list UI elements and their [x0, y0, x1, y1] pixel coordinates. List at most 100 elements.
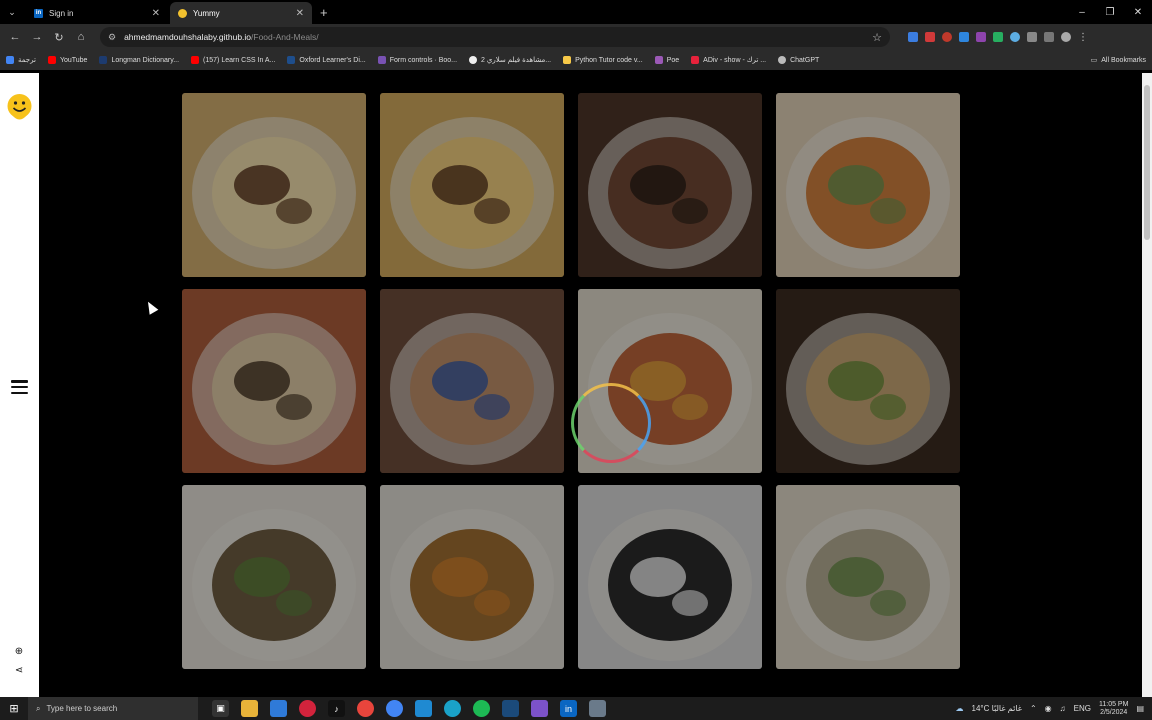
meal-card[interactable]: Meal 2: [380, 93, 564, 277]
url-host: ahmedmamdouhshalaby.github.io: [124, 32, 252, 42]
tray-chevron-icon[interactable]: ⌃: [1030, 704, 1037, 713]
bookmark-youtube[interactable]: YouTube: [47, 56, 87, 64]
meal-name: Meal 6: [388, 457, 415, 467]
extension-icon[interactable]: [942, 32, 952, 42]
vscode-icon[interactable]: [415, 700, 432, 717]
network-icon[interactable]: ◉: [1045, 704, 1052, 713]
meal-image: [578, 485, 762, 669]
meal-card[interactable]: Meal 6: [380, 289, 564, 473]
steam-icon[interactable]: [502, 700, 519, 717]
visual-studio-icon[interactable]: [531, 700, 548, 717]
tab-yummy[interactable]: Yummy ✕: [170, 2, 312, 24]
meal-card[interactable]: Meal 11: [578, 485, 762, 669]
weather-text[interactable]: 14°C غائم غالبًا: [972, 704, 1022, 713]
adiv-icon: [691, 56, 700, 64]
bookmark-python-tutor[interactable]: Python Tutor code v...: [563, 56, 643, 64]
language-indicator[interactable]: ENG: [1074, 704, 1091, 713]
restore-icon[interactable]: ❐: [1096, 7, 1124, 18]
extension-icon[interactable]: [908, 32, 918, 42]
bookmark-bootstrap[interactable]: Form controls · Boo...: [377, 56, 457, 64]
extensions-area: ⋮: [908, 32, 1088, 43]
hamburger-menu-icon[interactable]: [11, 380, 28, 394]
loading-spinner: [571, 383, 651, 463]
longman-icon: [99, 56, 108, 64]
back-icon[interactable]: ←: [6, 28, 24, 46]
meal-card[interactable]: Meal 10: [380, 485, 564, 669]
task-view-icon[interactable]: ▣: [212, 700, 229, 717]
file-explorer-icon[interactable]: [241, 700, 258, 717]
linkedin-icon: in: [34, 8, 43, 18]
meal-card[interactable]: Meal 3: [578, 93, 762, 277]
tab-title: Yummy: [193, 8, 220, 18]
chrome-active-icon[interactable]: [386, 700, 403, 717]
meal-name: Meal 5: [190, 457, 217, 467]
new-tab-icon[interactable]: +: [320, 5, 328, 20]
profile-avatar-icon[interactable]: [1061, 32, 1071, 42]
windows-start-icon[interactable]: ⊞: [0, 702, 28, 715]
address-bar[interactable]: ⚙ ahmedmamdouhshalaby.github.io/Food-And…: [100, 27, 890, 47]
puzzle-extensions-icon[interactable]: [1027, 32, 1037, 42]
bookmark-movie[interactable]: مشاهدة فيلم سلاري 2...: [469, 56, 551, 64]
notifications-icon[interactable]: ▤: [1136, 704, 1144, 713]
window-controls: – ❐ ✕: [1068, 0, 1152, 24]
bootstrap-icon: [377, 56, 386, 64]
globe-icon[interactable]: ⊕: [13, 646, 25, 658]
close-window-icon[interactable]: ✕: [1124, 7, 1152, 18]
meal-name: Meal 10: [388, 653, 420, 663]
volume-icon[interactable]: ♫: [1060, 704, 1066, 713]
youtube-icon: [47, 56, 56, 64]
bookmarks-bar: ترجمة YouTube Longman Dictionary... (157…: [0, 50, 1152, 70]
tab-sign-in[interactable]: in Sign in ✕: [26, 2, 168, 24]
side-panel-icon[interactable]: [1044, 32, 1054, 42]
edge-icon[interactable]: [444, 700, 461, 717]
page-scrollbar[interactable]: [1142, 73, 1152, 697]
taskbar-search[interactable]: ⌕ Type here to search: [28, 697, 198, 720]
extension-icon[interactable]: [1010, 32, 1020, 42]
bookmark-oxford[interactable]: Oxford Learner's Di...: [287, 56, 366, 64]
bookmark-learn-css[interactable]: (157) Learn CSS In A...: [191, 56, 275, 64]
bookmark-adiv[interactable]: ADiv - show - ترك ...: [691, 56, 766, 64]
meal-card[interactable]: Meal 8: [776, 289, 960, 473]
tab-search-chevron-icon[interactable]: ⌄: [0, 0, 24, 24]
meal-card[interactable]: Meal 4: [776, 93, 960, 277]
all-bookmarks[interactable]: ▭ All Bookmarks: [1091, 56, 1146, 65]
meal-card[interactable]: Meal 5: [182, 289, 366, 473]
close-icon[interactable]: ✕: [152, 8, 160, 19]
weather-icon[interactable]: ☁: [956, 704, 964, 713]
meal-image: [578, 93, 762, 277]
menu-kebab-icon[interactable]: ⋮: [1078, 32, 1088, 43]
smiley-logo-icon[interactable]: [6, 93, 33, 123]
reload-icon[interactable]: ↻: [50, 28, 68, 46]
minimize-icon[interactable]: –: [1068, 7, 1096, 18]
meal-card[interactable]: Meal 12: [776, 485, 960, 669]
close-icon[interactable]: ✕: [296, 8, 304, 19]
extension-icon[interactable]: [976, 32, 986, 42]
store-icon[interactable]: [270, 700, 287, 717]
meal-image: [776, 289, 960, 473]
opera-icon[interactable]: [299, 700, 316, 717]
bookmark-poe[interactable]: Poe: [654, 56, 679, 64]
taskbar-search-placeholder: Type here to search: [46, 704, 118, 713]
spotify-icon[interactable]: [473, 700, 490, 717]
meal-card[interactable]: Meal 9: [182, 485, 366, 669]
chrome-icon[interactable]: [357, 700, 374, 717]
extension-icon[interactable]: [959, 32, 969, 42]
bookmark-translate[interactable]: ترجمة: [6, 56, 36, 64]
linkedin-icon[interactable]: in: [560, 700, 577, 717]
meal-image: [776, 485, 960, 669]
app-icon[interactable]: [589, 700, 606, 717]
scrollbar-thumb[interactable]: [1144, 85, 1150, 240]
bookmark-chatgpt[interactable]: ChatGPT: [778, 56, 819, 64]
meal-name: Meal 4: [784, 261, 811, 271]
clock[interactable]: 11:05 PM 2/5/2024: [1099, 701, 1128, 716]
tiktok-icon[interactable]: ♪: [328, 700, 345, 717]
share-icon[interactable]: ⋖: [13, 665, 25, 677]
bookmark-longman[interactable]: Longman Dictionary...: [99, 56, 179, 64]
site-info-icon[interactable]: ⚙: [108, 32, 116, 43]
extension-icon[interactable]: [925, 32, 935, 42]
bookmark-star-icon[interactable]: ☆: [872, 31, 882, 44]
extension-icon[interactable]: [993, 32, 1003, 42]
meal-card[interactable]: Meal 1: [182, 93, 366, 277]
home-icon[interactable]: ⌂: [72, 28, 90, 46]
forward-icon[interactable]: →: [28, 28, 46, 46]
